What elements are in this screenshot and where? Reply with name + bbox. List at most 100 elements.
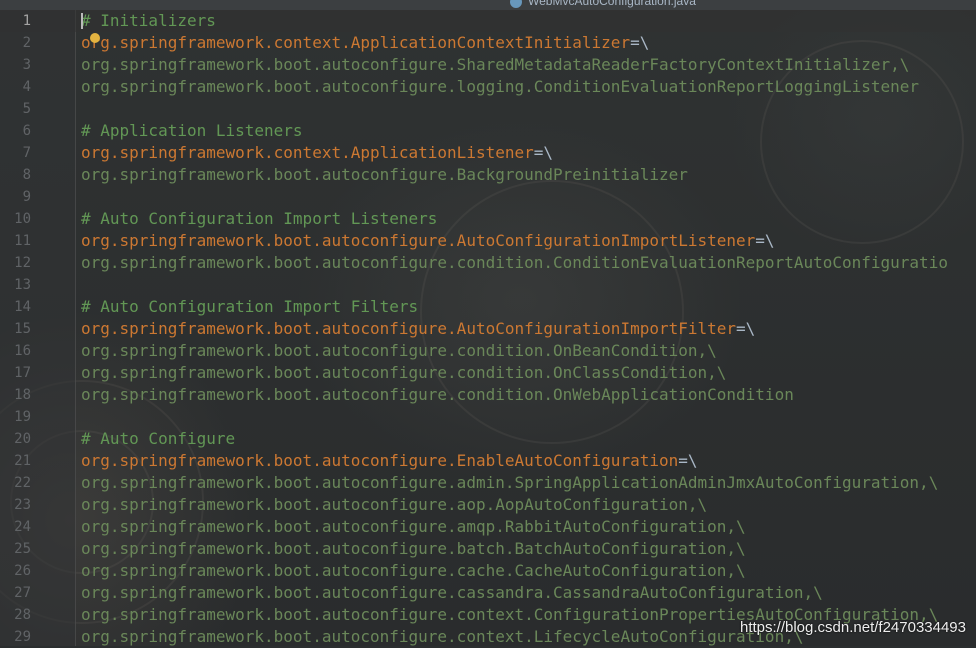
code-line[interactable]: 4 org.springframework.boot.autoconfigure.… (0, 76, 976, 98)
line-number: 20 (14, 431, 31, 447)
code-line[interactable]: 25 org.springframework.boot.autoconfigure… (0, 538, 976, 560)
line-number: 11 (14, 233, 31, 249)
code-line[interactable]: 26 org.springframework.boot.autoconfigure… (0, 560, 976, 582)
code-line[interactable]: 3 org.springframework.boot.autoconfigure.… (0, 54, 976, 76)
code-line[interactable]: 23 org.springframework.boot.autoconfigure… (0, 494, 976, 516)
code-line[interactable]: 17 org.springframework.boot.autoconfigure… (0, 362, 976, 384)
tab-active-file[interactable]: WebMvcAutoConfiguration.java (510, 0, 696, 8)
code-line[interactable]: 8 org.springframework.boot.autoconfigure.… (0, 164, 976, 186)
assignment-continuation: =\ (678, 451, 698, 470)
assignment-continuation: =\ (736, 319, 756, 338)
property-value-text: org.springframework.boot.autoconfigure.c… (81, 253, 948, 272)
code-line[interactable]: 22 org.springframework.boot.autoconfigure… (0, 472, 976, 494)
property-value: org.springframework.boot.autoconfigure.c… (81, 384, 794, 406)
property-value: org.springframework.boot.autoconfigure.c… (81, 582, 823, 604)
property-value-text: org.springframework.boot.autoconfigure.c… (81, 363, 727, 382)
code-editor[interactable]: 1 # Initializers 2 org.springframework.cont… (0, 10, 976, 648)
line-number: 4 (22, 79, 31, 95)
line-number: 28 (14, 607, 31, 623)
line-number: 7 (22, 145, 31, 161)
code-line[interactable]: 18 org.springframework.boot.autoconfigure… (0, 384, 976, 406)
code-line[interactable]: 16 org.springframework.boot.autoconfigure… (0, 340, 976, 362)
line-number: 10 (14, 211, 31, 227)
line-number: 21 (14, 453, 31, 469)
code-line[interactable]: 15 org.springframework.boot.autoconfigure… (0, 318, 976, 340)
code-line[interactable]: 19 (0, 406, 976, 428)
code-line[interactable]: 20 # Auto Configure (0, 428, 976, 450)
comment-text: # Auto Configuration Import Listeners (81, 208, 437, 230)
property-value: org.springframework.boot.autoconfigure.a… (81, 516, 746, 538)
code-line[interactable]: 14 # Auto Configuration Import Filters (0, 296, 976, 318)
line-number: 9 (22, 189, 31, 205)
line-number: 19 (14, 409, 31, 425)
code-line[interactable]: 12 org.springframework.boot.autoconfigure… (0, 252, 976, 274)
property-entry: org.springframework.boot.autoconfigure.E… (81, 450, 698, 472)
property-value-text: org.springframework.boot.autoconfigure.a… (81, 495, 708, 514)
comment-text: # Application Listeners (81, 121, 303, 140)
code-line[interactable]: 13 (0, 274, 976, 296)
line-number: 29 (14, 629, 31, 645)
code-line[interactable]: 24 org.springframework.boot.autoconfigure… (0, 516, 976, 538)
property-value: org.springframework.boot.autoconfigure.c… (81, 340, 717, 362)
comment-text: # Auto Configure (81, 428, 235, 450)
property-value: org.springframework.boot.autoconfigure.B… (81, 164, 688, 186)
property-value-text: org.springframework.boot.autoconfigure.c… (81, 627, 804, 646)
property-entry: org.springframework.boot.autoconfigure.A… (81, 318, 755, 340)
line-number: 3 (22, 57, 31, 73)
property-value-text: org.springframework.boot.autoconfigure.c… (81, 385, 794, 404)
code-line[interactable]: 9 (0, 186, 976, 208)
line-number: 2 (22, 35, 31, 51)
property-value-text: org.springframework.boot.autoconfigure.c… (81, 583, 823, 602)
code-line[interactable]: 2 org.springframework.context.Application… (0, 32, 976, 54)
property-value-text: org.springframework.boot.autoconfigure.a… (81, 517, 746, 536)
line-number: 18 (14, 387, 31, 403)
property-entry: org.springframework.boot.autoconfigure.A… (81, 230, 775, 252)
property-value-text: org.springframework.boot.autoconfigure.B… (81, 165, 688, 184)
line-number: 17 (14, 365, 31, 381)
code-line[interactable]: 5 (0, 98, 976, 120)
code-line[interactable]: 6 # Application Listeners (0, 120, 976, 142)
property-value: org.springframework.boot.autoconfigure.c… (81, 362, 726, 384)
line-number: 13 (14, 277, 31, 293)
code-line[interactable]: 27 org.springframework.boot.autoconfigure… (0, 582, 976, 604)
code-line[interactable]: 1 # Initializers (0, 10, 976, 32)
comment-text: # Initializers (81, 11, 216, 30)
code-line[interactable]: 7 org.springframework.context.Application… (0, 142, 976, 164)
property-value-text: org.springframework.boot.autoconfigure.c… (81, 341, 717, 360)
property-value: org.springframework.boot.autoconfigure.c… (81, 560, 746, 582)
comment-text: # Auto Configuration Import Filters (81, 296, 418, 318)
assignment-continuation: =\ (533, 143, 554, 162)
code-line[interactable]: 10 # Auto Configuration Import Listeners (0, 208, 976, 230)
property-value-text: org.springframework.boot.autoconfigure.a… (81, 473, 939, 492)
property-key: org.springframework.context.ApplicationC… (81, 33, 631, 52)
line-number: 6 (22, 123, 31, 139)
property-entry: org.springframework.context.ApplicationL… (81, 142, 553, 164)
code-line[interactable]: 21 org.springframework.boot.autoconfigure… (0, 450, 976, 472)
property-value: org.springframework.boot.autoconfigure.c… (81, 626, 803, 648)
comment-text: # Auto Configure (81, 429, 236, 448)
tab-title-label: WebMvcAutoConfiguration.java (528, 0, 696, 8)
property-value: org.springframework.boot.autoconfigure.a… (81, 472, 938, 494)
watermark-url: https://blog.csdn.net/f2470334493 (739, 619, 966, 636)
code-line[interactable]: 11 org.springframework.boot.autoconfigure… (0, 230, 976, 252)
line-number: 23 (14, 497, 31, 513)
line-number: 1 (22, 13, 31, 29)
line-number: 25 (14, 541, 31, 557)
property-value-text: org.springframework.boot.autoconfigure.l… (81, 77, 920, 96)
line-number: 22 (14, 475, 31, 491)
class-file-icon (510, 0, 522, 8)
property-entry: org.springframework.context.ApplicationC… (81, 32, 649, 54)
line-number: 15 (14, 321, 31, 337)
line-number: 14 (14, 299, 31, 315)
property-value-text: org.springframework.boot.autoconfigure.b… (81, 539, 746, 558)
property-value: org.springframework.boot.autoconfigure.c… (81, 252, 948, 274)
property-key: org.springframework.boot.autoconfigure.E… (81, 451, 679, 470)
line-number: 12 (14, 255, 31, 271)
comment-text: # Auto Configuration Import Listeners (81, 209, 438, 228)
property-value: org.springframework.boot.autoconfigure.S… (81, 54, 909, 76)
line-number: 16 (14, 343, 31, 359)
property-value: org.springframework.boot.autoconfigure.l… (81, 76, 919, 98)
lightbulb-icon[interactable] (90, 33, 100, 43)
property-key: org.springframework.context.ApplicationL… (81, 143, 534, 162)
comment-text: # Auto Configuration Import Filters (81, 297, 419, 316)
